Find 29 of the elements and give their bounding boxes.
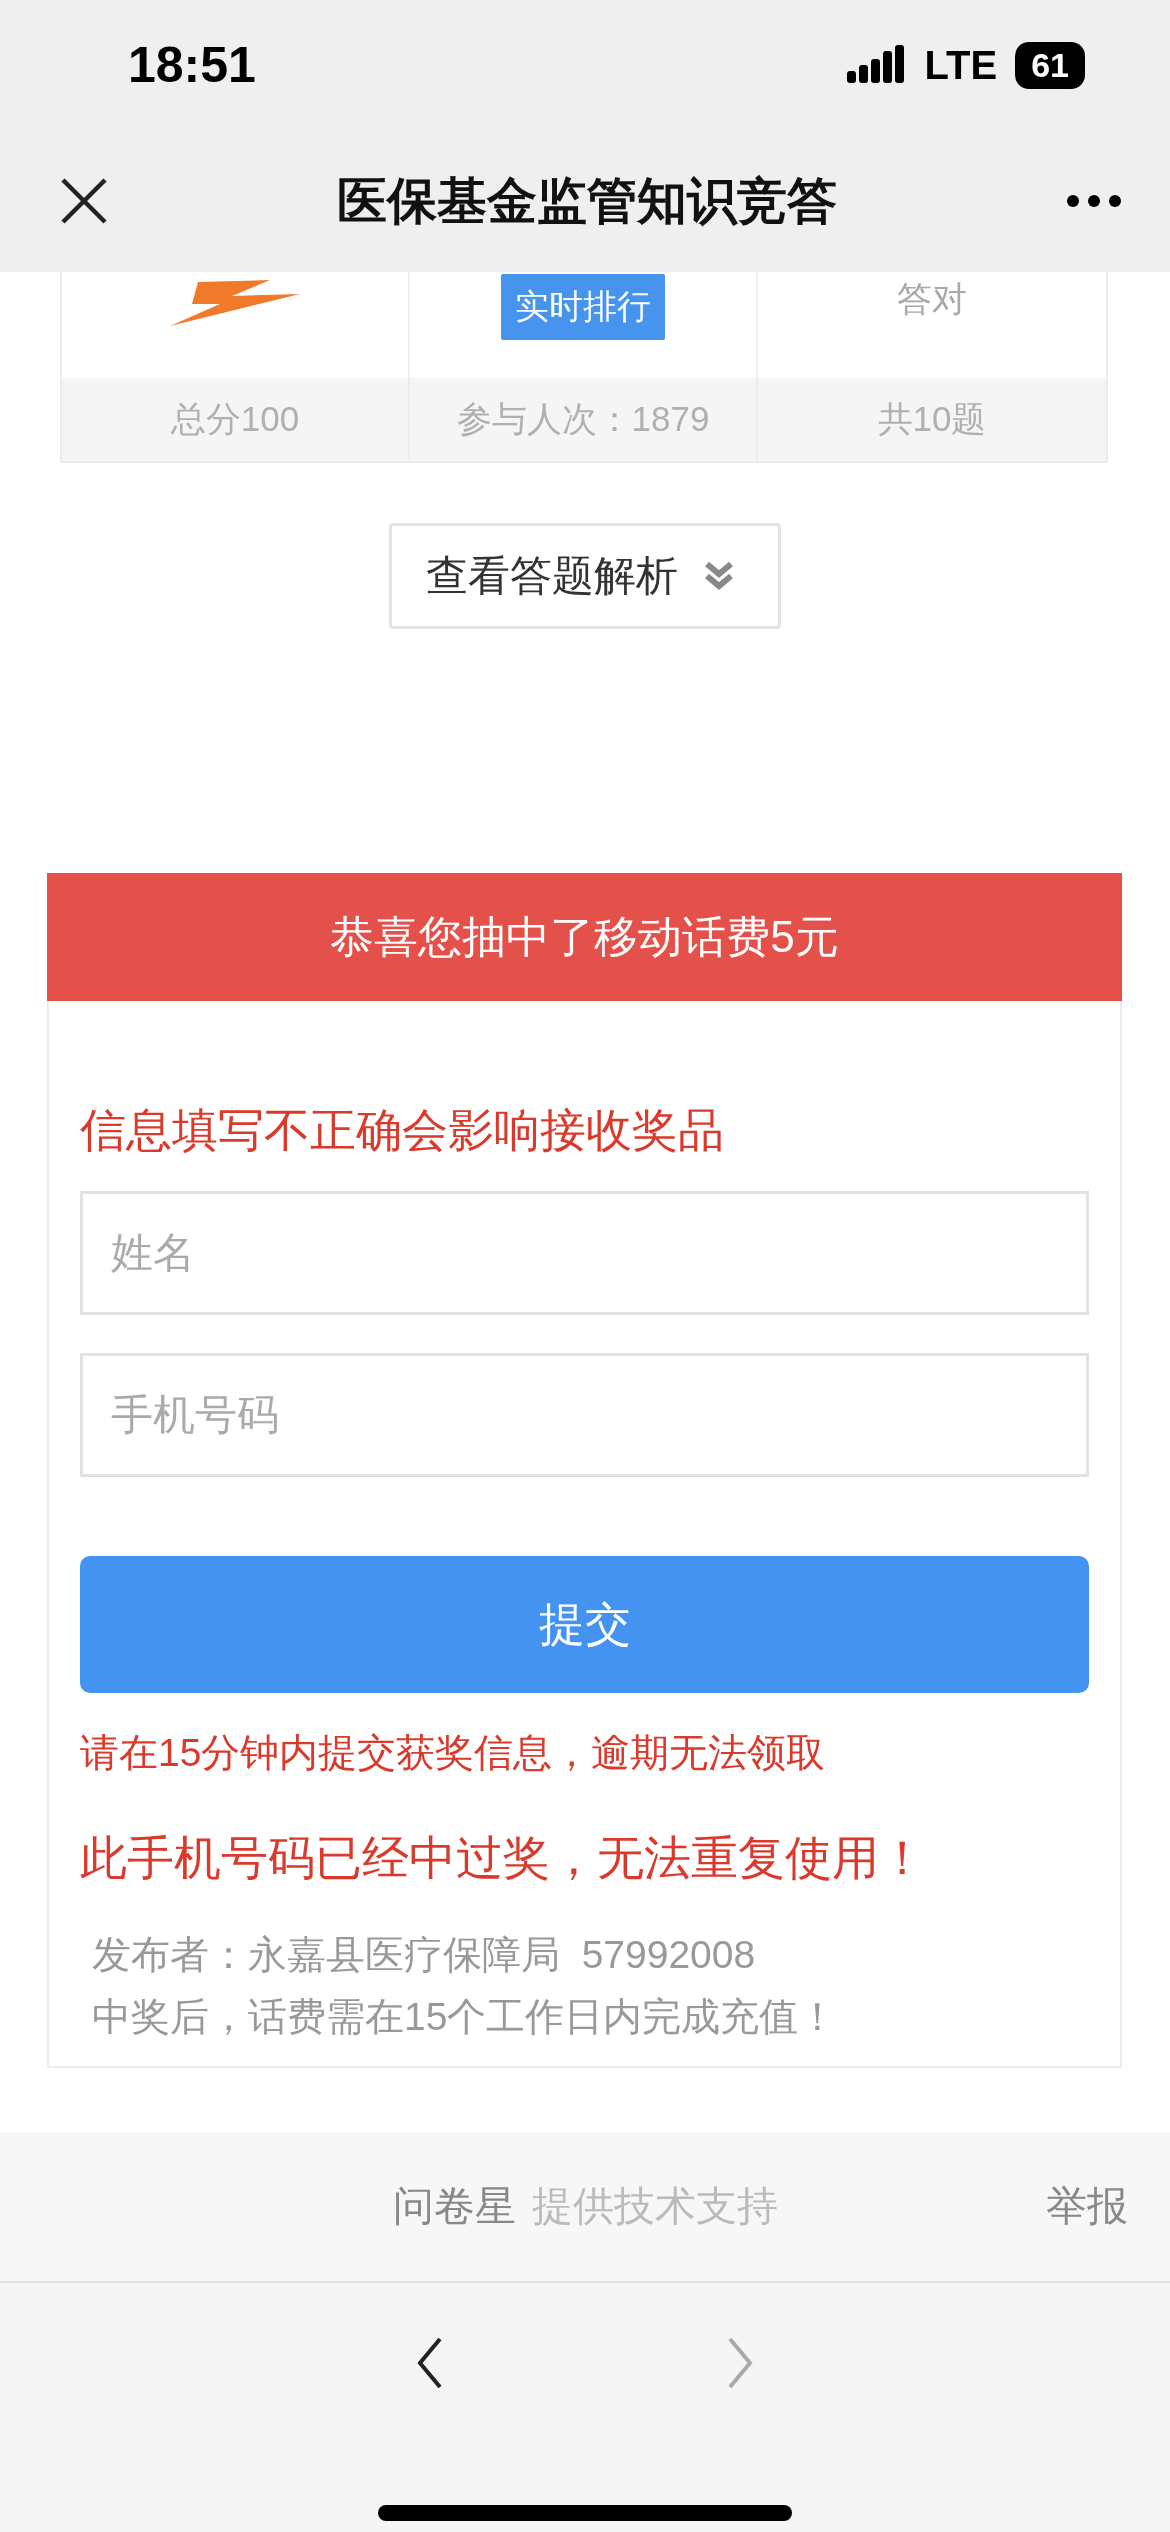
report-link[interactable]: 举报 <box>1046 2179 1128 2234</box>
chevron-right-icon <box>726 2337 754 2389</box>
signal-icon <box>846 45 905 85</box>
network-label: LTE <box>924 42 998 88</box>
notice-text: 请在15分钟内提交获奖信息，逾期无法领取 <box>80 1730 827 1776</box>
stat-cell-text: 共10题 <box>876 398 988 440</box>
info-text: 发布者：永嘉县医疗保障局 57992008 <box>91 1932 757 1978</box>
prize-banner: 恭喜您抽中了移动话费5元 <box>47 873 1122 1001</box>
input-field[interactable]: 手机号码 <box>80 1353 1089 1477</box>
stat-cell: 总分100 <box>62 378 410 461</box>
correct-label: 答对 <box>897 278 967 320</box>
logo-icon <box>170 278 300 328</box>
stat-cell: 参与人次：1879 <box>410 378 758 461</box>
double-chevron-icon <box>704 561 734 591</box>
support-text: 提供技术支持 <box>532 2182 778 2231</box>
warning-text: 信息填写不正确会影响接收奖品 <box>80 1103 725 1158</box>
close-button[interactable] <box>60 177 108 225</box>
input-field[interactable]: 姓名 <box>80 1191 1089 1315</box>
more-button[interactable] <box>1066 194 1122 208</box>
battery-indicator: 61 <box>1015 41 1085 89</box>
brand-link[interactable]: 问卷星 <box>393 2179 516 2234</box>
ranking-button[interactable]: 实时排行 <box>501 274 665 340</box>
chevron-left-icon <box>416 2337 444 2389</box>
notice-text: 此手机号码已经中过奖，无法重复使用！ <box>80 1830 927 1886</box>
info-text: 中奖后，话费需在15个工作日内完成充值！ <box>91 1994 839 2040</box>
submit-button[interactable]: 提交 <box>80 1556 1089 1693</box>
view-analysis-button[interactable]: 查看答题解析 <box>389 523 781 629</box>
status-time: 18:51 <box>128 36 257 94</box>
page-title: 医保基金监管知识竞答 <box>336 171 838 231</box>
